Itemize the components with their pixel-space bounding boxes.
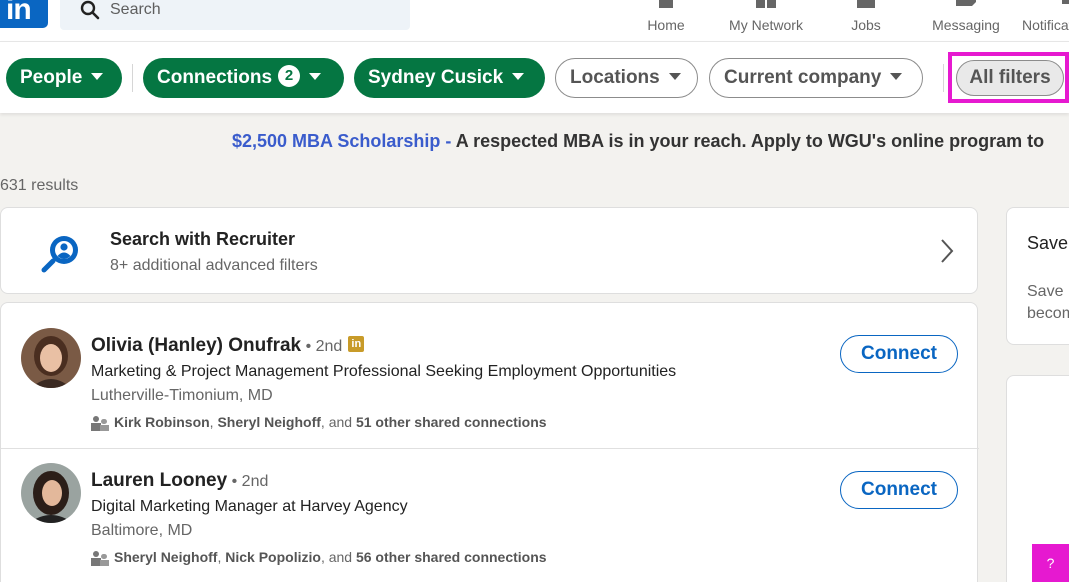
profile-photo-icon [21,328,81,388]
chevron-right-icon [941,239,954,263]
nav-jobs[interactable]: Jobs [845,0,887,41]
profile-photo-icon [21,463,81,523]
linkedin-logo[interactable]: in [0,0,48,28]
filter-current-company-label: Current company [724,67,882,88]
connection-degree: • 2nd [301,338,343,355]
recruiter-search-icon [41,236,78,273]
person-location: Lutherville-Timonium, MD [91,387,273,404]
logo-text: in [6,0,32,26]
shared-connections-icon [91,415,109,431]
nav-messaging[interactable]: Messaging [926,0,1006,41]
person-name-text: Olivia (Hanley) Onufrak [91,335,302,356]
messaging-icon [956,0,976,6]
shared-connections-icon [91,550,109,566]
connect-button[interactable]: Connect [840,471,958,509]
nav-home[interactable]: Home [640,0,692,41]
filter-people-label: People [20,67,83,88]
shared-separator: , and [320,549,356,565]
all-filters-button[interactable]: All filters [956,60,1064,96]
results-count: 631 results [0,177,79,194]
shared-connection-name: Nick Popolizio [225,549,321,565]
person-name[interactable]: Olivia (Hanley) Onufrak • 2nd in [91,335,365,357]
caret-down-icon [668,72,681,80]
avatar[interactable] [21,328,81,388]
linkedin-premium-icon: in [348,335,365,352]
filter-connections-label: Connections [157,67,273,88]
caret-down-icon [309,72,322,80]
person-headline: Digital Marketing Manager at Harvey Agen… [91,498,408,515]
all-filters-label: All filters [969,67,1051,88]
promo-link[interactable]: $2,500 MBA Scholarship - [232,131,451,151]
shared-separator: , and [320,414,356,430]
caret-down-icon [91,72,104,80]
result-item: Olivia (Hanley) Onufrak • 2nd in Marketin… [1,303,979,449]
filter-divider [132,64,133,92]
filter-locations-button[interactable]: Locations [555,58,698,98]
side-card-text: Save becom [1027,281,1069,325]
nav-notifications-label: Notifications [1022,17,1069,33]
result-item: Lauren Looney • 2nd Digital Marketing Ma… [1,449,979,582]
shared-connection-name: Kirk Robinson [114,414,210,430]
filter-sydney-cusick-button[interactable]: Sydney Cusick [354,58,545,98]
side-card-text-line: Save [1027,283,1064,300]
help-button[interactable]: ? [1032,544,1069,582]
connection-degree: • 2nd [227,473,269,490]
nav-messaging-label: Messaging [932,17,1000,33]
caret-down-icon [890,72,903,80]
connections-count-badge: 2 [278,65,301,88]
person-name-text: Lauren Looney [91,470,228,491]
search-with-recruiter-card[interactable]: Search with Recruiter 8+ additional adva… [0,207,978,294]
search-icon [80,0,100,20]
global-nav: in Home My Network Jobs Messaging Notifi… [0,0,1069,41]
my-network-icon [756,0,776,8]
shared-connections[interactable]: Kirk Robinson, Sheryl Neighoff, and 51 o… [91,414,547,431]
person-headline: Marketing & Project Management Professio… [91,363,677,380]
nav-my-network[interactable]: My Network [722,0,810,41]
avatar[interactable] [21,463,81,523]
nav-home-label: Home [647,17,685,33]
nav-jobs-label: Jobs [851,17,881,33]
filter-divider [943,64,944,92]
shared-connection-name: Sheryl Neighoff [217,414,321,430]
filter-people-button[interactable]: People [6,58,122,98]
side-card-text-line: becom [1027,305,1069,322]
filter-sydney-label: Sydney Cusick [368,67,504,88]
person-name[interactable]: Lauren Looney • 2nd [91,470,268,492]
notifications-icon [1062,0,1069,4]
search-filter-bar: People Connections 2 Sydney Cusick Locati… [0,41,1069,113]
home-icon [659,0,673,8]
filter-connections-button[interactable]: Connections 2 [143,58,344,98]
recruiter-title: Search with Recruiter [110,229,296,249]
shared-connection-count: 56 other shared connections [355,549,547,565]
filter-current-company-button[interactable]: Current company [709,58,923,98]
connect-button[interactable]: Connect [840,335,958,373]
nav-my-network-label: My Network [729,17,803,33]
shared-connection-count: 51 other shared connections [355,414,547,430]
promo-text: A respected MBA is in your reach. Apply … [451,131,1045,151]
caret-down-icon [512,72,525,80]
shared-connection-name: Sheryl Neighoff [114,549,218,565]
promo-banner[interactable]: $2,500 MBA Scholarship - A respected MBA… [232,131,1044,152]
search-results-list: Olivia (Hanley) Onufrak • 2nd in Marketin… [0,302,979,582]
jobs-icon [857,0,875,8]
filter-locations-label: Locations [570,67,660,88]
nav-notifications[interactable]: Notifications [1020,0,1069,41]
search-box[interactable] [60,0,410,30]
recruiter-subtitle: 8+ additional advanced filters [110,257,318,274]
side-card-title: Save [1027,233,1069,253]
side-card-save: Save Save becom [1006,207,1069,345]
shared-connections[interactable]: Sheryl Neighoff, Nick Popolizio, and 56 … [91,549,547,566]
search-input[interactable] [110,1,400,19]
person-location: Baltimore, MD [91,522,193,539]
